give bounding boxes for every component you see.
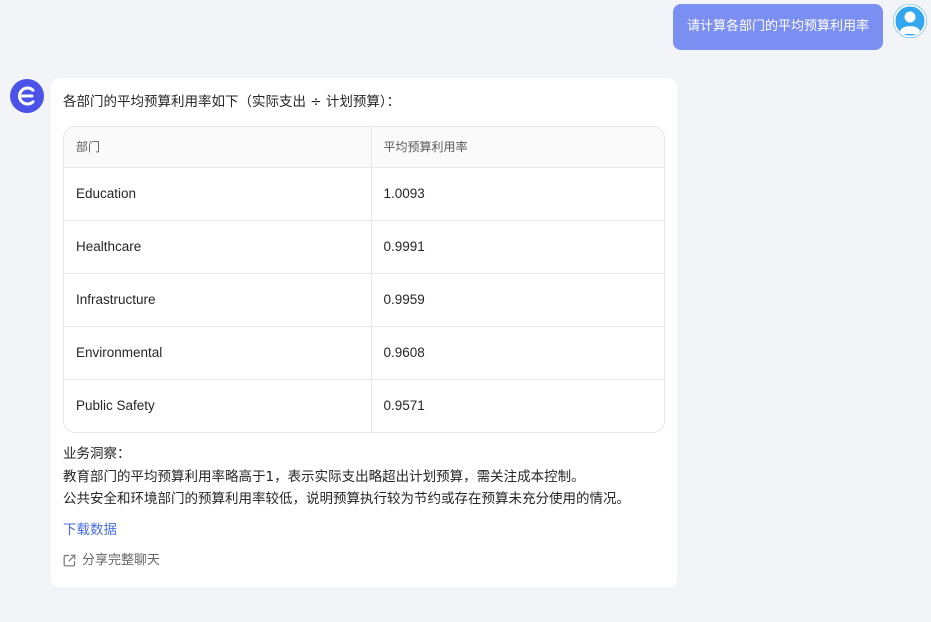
table-header-row: 部门 平均预算利用率 [64, 127, 664, 168]
table-row: Public Safety 0.9571 [64, 379, 664, 432]
download-data-link[interactable]: 下载数据 [63, 519, 117, 541]
insights-title: 业务洞察： [63, 446, 131, 462]
utilization-cell: 0.9959 [371, 273, 664, 327]
department-cell: Infrastructure [64, 273, 372, 327]
share-chat-label: 分享完整聊天 [82, 552, 161, 568]
table-row: Infrastructure 0.9959 [64, 273, 664, 327]
utilization-cell: 0.9608 [371, 326, 664, 380]
department-cell: Public Safety [64, 379, 372, 432]
user-message-bubble: 请计算各部门的平均预算利用率 [672, 4, 883, 50]
department-cell: Education [64, 167, 372, 221]
user-avatar-icon [893, 4, 927, 38]
assistant-avatar [10, 79, 44, 113]
utilization-cell: 0.9571 [383, 398, 425, 414]
assistant-logo-icon [18, 86, 35, 106]
utilization-cell: 0.9991 [371, 220, 664, 274]
column-header-utilization: 平均预算利用率 [371, 127, 664, 168]
table-row: Environmental 0.9608 [64, 326, 664, 380]
department-cell: Environmental [64, 326, 372, 380]
assistant-intro-text: 各部门的平均预算利用率如下（实际支出 ÷ 计划预算）： [63, 94, 401, 110]
external-link-icon [63, 554, 76, 567]
utilization-table: 部门 平均预算利用率 Education 1.0093 Healthcare 0… [63, 126, 665, 433]
user-message-text: 请计算各部门的平均预算利用率 [686, 19, 869, 34]
table-row: Healthcare 0.9991 [64, 220, 664, 274]
business-insights: 业务洞察： 教育部门的平均预算利用率略高于1，表示实际支出略超出计划预算，需关注… [63, 443, 665, 511]
share-chat-button[interactable]: 分享完整聊天 [63, 551, 665, 571]
chat-page: 请计算各部门的平均预算利用率 各部门的平均预算利用率如下（实际支出 ÷ 计划预算… [0, 0, 931, 622]
insight-line: 公共安全和环境部门的预算利用率较低，说明预算执行较为节约或存在预算未充分使用的情… [63, 491, 630, 507]
department-cell: Healthcare [64, 220, 372, 274]
column-header-department: 部门 [64, 127, 372, 168]
insight-line: 教育部门的平均预算利用率略高于1，表示实际支出略超出计划预算，需关注成本控制。 [63, 468, 585, 485]
user-avatar[interactable] [893, 4, 927, 38]
assistant-message-card: 各部门的平均预算利用率如下（实际支出 ÷ 计划预算）： 部门 平均预算利用率 E… [51, 78, 677, 587]
table-row: Education 1.0093 [64, 167, 664, 221]
utilization-cell: 1.0093 [371, 167, 664, 221]
